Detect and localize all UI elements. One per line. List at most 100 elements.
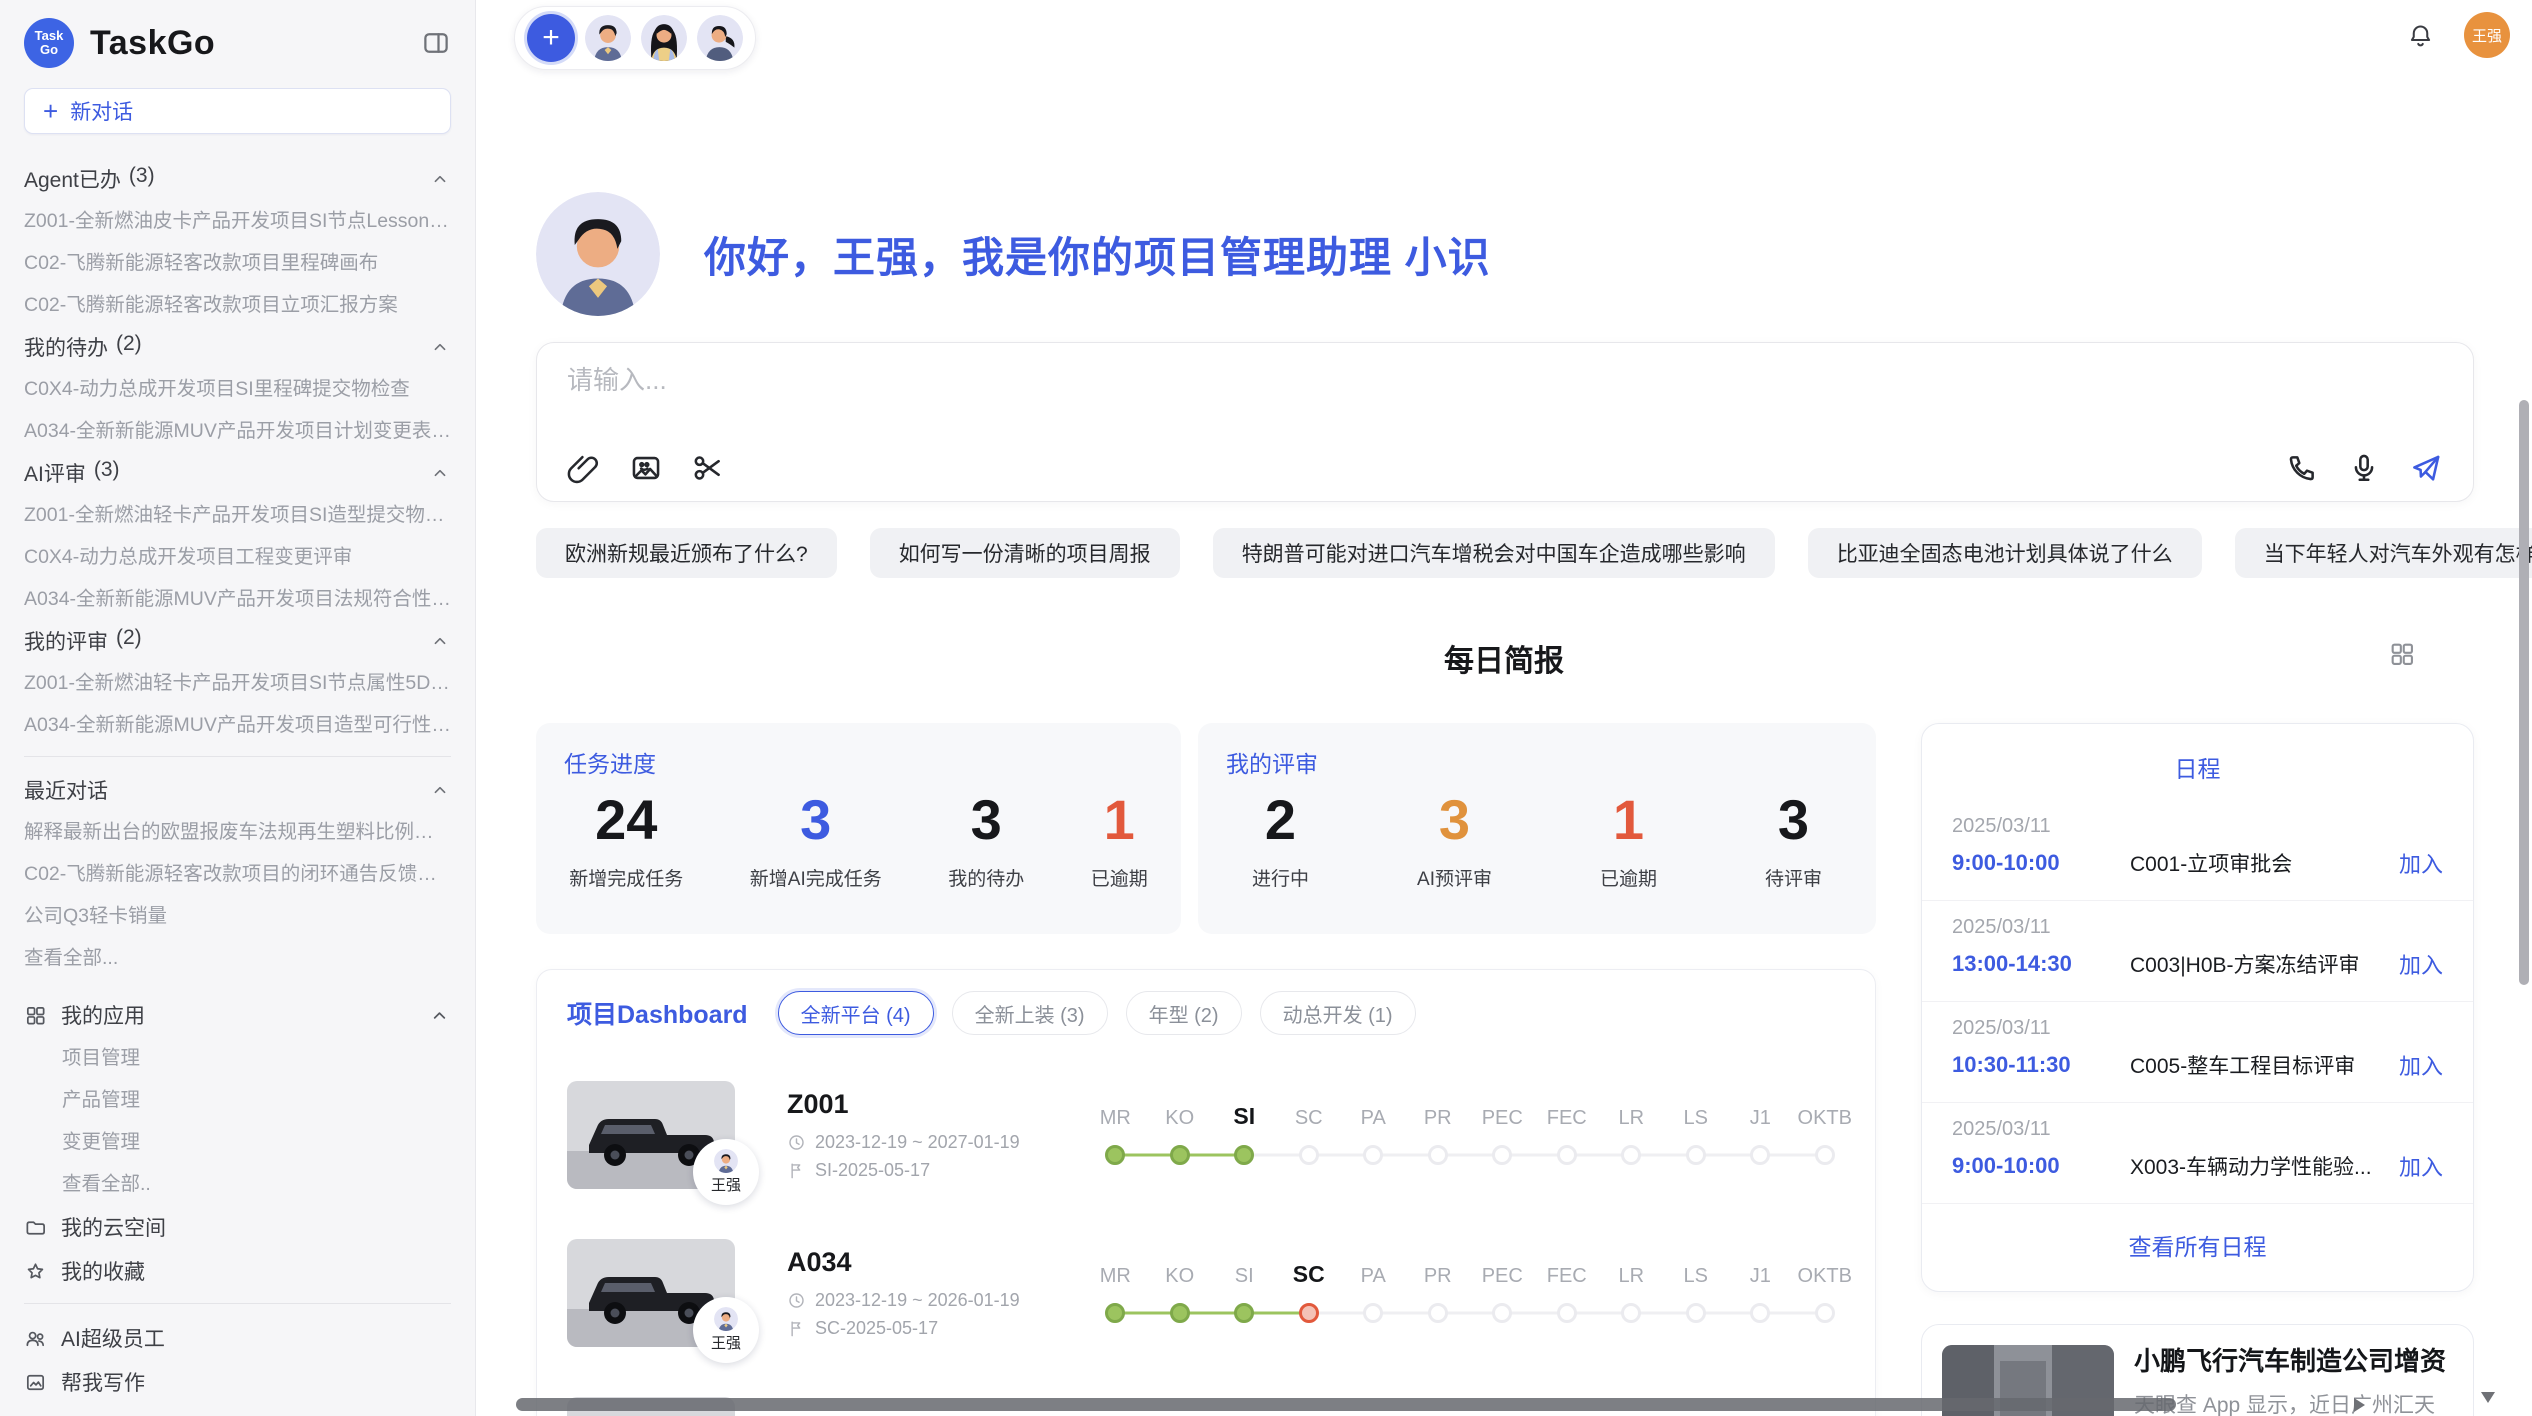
user-avatar[interactable]: 王强 — [2464, 12, 2510, 58]
milestone-label: J1 — [1728, 1107, 1793, 1130]
sidebar-item[interactable]: Z001-全新燃油皮卡产品开发项目SI节点Lesson Learn报告 — [24, 200, 451, 242]
milestone-label: MR — [1083, 1265, 1148, 1288]
sidebar-section-recent[interactable]: 最近对话 — [24, 769, 451, 811]
card-title: 我的评审 — [1226, 745, 1318, 779]
milestone-label: SC — [1277, 1107, 1342, 1130]
sidebar-item-creative-drawing[interactable]: 创意制图 — [24, 1404, 451, 1416]
sidebar-item-cloud-space[interactable]: 我的云空间 — [24, 1205, 451, 1249]
milestone-label: PEC — [1470, 1107, 1535, 1130]
horizontal-scrollbar-thumb[interactable] — [516, 1398, 2176, 1411]
add-session-button[interactable]: + — [527, 14, 575, 62]
app-logo-text-bottom: Go — [40, 43, 58, 57]
scroll-down-arrow[interactable] — [2481, 1392, 2495, 1403]
new-chat-button[interactable]: + 新对话 — [24, 88, 451, 134]
avatar[interactable] — [697, 15, 743, 61]
tab-powertrain[interactable]: 动总开发 (1) — [1260, 991, 1416, 1035]
tab-new-body[interactable]: 全新上装 (3) — [952, 991, 1108, 1035]
sidebar-item-help-me-write[interactable]: 帮我写作 — [24, 1360, 451, 1404]
sidebar-item[interactable]: A034-全新新能源MUV产品开发项目造型可行性评审 — [24, 704, 451, 746]
app-link-project[interactable]: 项目管理 — [24, 1037, 451, 1079]
entry-date: 2025/03/11 — [1952, 815, 2443, 838]
vertical-scrollbar-thumb[interactable] — [2519, 400, 2529, 985]
sidebar-item[interactable]: C02-飞腾新能源轻客改款项目立项汇报方案 — [24, 284, 451, 326]
suggestion-chip[interactable]: 欧洲新规最近颁布了什么? — [536, 528, 837, 578]
avatar[interactable] — [585, 15, 631, 61]
app-link-product[interactable]: 产品管理 — [24, 1079, 451, 1121]
sidebar-item[interactable]: C02-飞腾新能源轻客改款项目里程碑画布 — [24, 242, 451, 284]
project-owner-badge: 王强 — [693, 1297, 759, 1363]
microphone-icon[interactable] — [2347, 451, 2381, 485]
people-icon — [24, 1327, 47, 1350]
grid-icon — [24, 1004, 47, 1027]
entry-name: C005-整车工程目标评审 — [2130, 1050, 2385, 1080]
dashboard-header: 项目Dashboard 全新平台 (4) 全新上装 (3) 年型 (2) 动总开… — [567, 970, 1845, 1056]
join-link[interactable]: 加入 — [2399, 1049, 2443, 1081]
tab-new-platform[interactable]: 全新平台 (4) — [778, 991, 934, 1035]
chevron-up-icon — [428, 1004, 451, 1027]
section-title: AI评审(3) — [24, 458, 120, 488]
schedule-entry: 2025/03/11 10:30-11:30 C005-整车工程目标评审 加入 — [1922, 1002, 2473, 1103]
project-row[interactable]: 王强 Z001 2023-12-19 ~ 2027-01-19 SI-2025-… — [567, 1056, 1845, 1214]
chat-input-card — [536, 342, 2474, 502]
sidebar-item[interactable]: Z001-全新燃油轻卡产品开发项目SI造型提交物评审 — [24, 494, 451, 536]
sidebar-section-agent-done[interactable]: Agent已办(3) — [24, 158, 451, 200]
sidebar-section-my-review[interactable]: 我的评审(2) — [24, 620, 451, 662]
project-date-range: 2023-12-19 ~ 2026-01-19 — [815, 1290, 1020, 1311]
milestone-label: KO — [1148, 1265, 1213, 1288]
sidebar-item-my-apps[interactable]: 我的应用 — [24, 993, 451, 1037]
main-content: + 王强 你好，王强，我是你的项目管理助理 小识 — [476, 0, 2532, 1416]
milestone-label: LR — [1599, 1265, 1664, 1288]
owner-name: 王强 — [711, 1332, 741, 1353]
project-owner-badge: 王强 — [693, 1139, 759, 1205]
suggestion-chip[interactable]: 比亚迪全固态电池计划具体说了什么 — [1808, 528, 2202, 578]
sidebar-item[interactable]: A034-全新新能源MUV产品开发项目计划变更表编写 — [24, 410, 451, 452]
recent-chat-item[interactable]: 公司Q3轻卡销量 — [24, 895, 451, 937]
milestone-dot — [1793, 1300, 1858, 1326]
recent-chat-item[interactable]: C02-飞腾新能源轻客改款项目的闭环通告反馈情况 — [24, 853, 451, 895]
join-link[interactable]: 加入 — [2399, 1150, 2443, 1182]
help-me-write-label: 帮我写作 — [61, 1367, 145, 1397]
sidebar-item[interactable]: C0X4-动力总成开发项目SI里程碑提交物检查 — [24, 368, 451, 410]
scroll-right-arrow[interactable] — [2354, 1398, 2365, 1412]
milestone-track: MR KO SI SC PA PR PEC FEC LR LS J1 OKTB — [1083, 1103, 1857, 1168]
suggestion-chip[interactable]: 如何写一份清晰的项目周报 — [870, 528, 1180, 578]
chat-input[interactable] — [567, 365, 1967, 396]
image-icon[interactable] — [629, 451, 663, 485]
tab-model-year[interactable]: 年型 (2) — [1126, 991, 1242, 1035]
view-all-schedule-link[interactable]: 查看所有日程 — [1922, 1228, 2473, 1262]
milestone-track: MR KO SI SC PA PR PEC FEC LR LS J1 OKTB — [1083, 1261, 1857, 1326]
chevron-up-icon — [429, 462, 451, 484]
chevron-up-icon — [429, 630, 451, 652]
sidebar-item[interactable]: Z001-全新燃油轻卡产品开发项目SI节点属性5D文件评审 — [24, 662, 451, 704]
phone-icon[interactable] — [2285, 451, 2319, 485]
suggestion-chip[interactable]: 当下年轻人对汽车外观有怎样的喜好趋势 — [2235, 528, 2532, 578]
recent-chat-item[interactable]: 解释最新出台的欧盟报废车法规再生塑料比例被调至15%... — [24, 811, 451, 853]
sidebar-item-ai-super-staff[interactable]: AI超级员工 — [24, 1316, 451, 1360]
suggestion-chip[interactable]: 特朗普可能对进口汽车增税会对中国车企造成哪些影响 — [1213, 528, 1775, 578]
sidebar-section-ai-review[interactable]: AI评审(3) — [24, 452, 451, 494]
project-dashboard-card: 项目Dashboard 全新平台 (4) 全新上装 (3) 年型 (2) 动总开… — [536, 969, 1876, 1416]
project-row[interactable]: 王强 A034 2023-12-19 ~ 2026-01-19 SC-2025-… — [567, 1214, 1845, 1372]
avatar[interactable] — [641, 15, 687, 61]
sidebar-toggle-icon[interactable] — [421, 28, 451, 58]
join-link[interactable]: 加入 — [2399, 847, 2443, 879]
recent-view-all[interactable]: 查看全部... — [24, 937, 451, 979]
sidebar-item-favorites[interactable]: 我的收藏 — [24, 1249, 451, 1293]
apps-view-all[interactable]: 查看全部.. — [24, 1163, 451, 1205]
join-link[interactable]: 加入 — [2399, 948, 2443, 980]
app-link-change[interactable]: 变更管理 — [24, 1121, 451, 1163]
scissors-icon[interactable] — [691, 451, 725, 485]
stat-ai-pre-review: 3AI预评审 — [1417, 787, 1492, 891]
creative-drawing-label: 创意制图 — [61, 1411, 145, 1416]
entry-name: X003-车辆动力学性能验... — [2130, 1151, 2385, 1181]
paperclip-icon[interactable] — [567, 451, 601, 485]
sidebar-section-my-todo[interactable]: 我的待办(2) — [24, 326, 451, 368]
sidebar-item[interactable]: C0X4-动力总成开发项目工程变更评审 — [24, 536, 451, 578]
owner-avatar — [714, 1149, 738, 1173]
send-icon[interactable] — [2409, 451, 2443, 485]
star-icon — [24, 1260, 47, 1283]
sidebar-item[interactable]: A034-全新新能源MUV产品开发项目法规符合性评审 — [24, 578, 451, 620]
plus-icon: + — [43, 98, 58, 124]
layout-grid-icon[interactable] — [2388, 640, 2416, 668]
bell-icon[interactable] — [2407, 22, 2434, 49]
